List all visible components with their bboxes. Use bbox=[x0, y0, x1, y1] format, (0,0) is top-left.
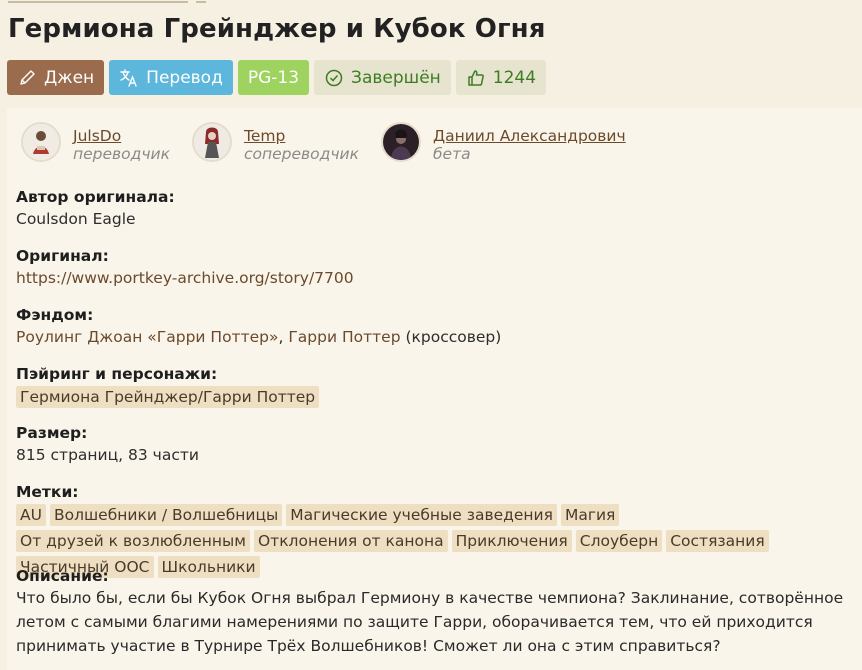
author-name-link[interactable]: JulsDo bbox=[73, 127, 170, 146]
status-label: Завершён bbox=[351, 67, 441, 88]
pairing-tag[interactable]: Гермиона Грейнджер/Гарри Поттер bbox=[16, 386, 320, 408]
direction-badge[interactable]: Джен bbox=[7, 60, 105, 95]
author-item[interactable]: Даниил Александрович бета bbox=[380, 122, 626, 163]
avatar[interactable] bbox=[191, 122, 232, 162]
size-value: 815 страниц, 83 части bbox=[16, 446, 199, 464]
original-author-label: Автор оригинала: bbox=[16, 188, 175, 206]
pencil-icon bbox=[20, 69, 35, 85]
author-item[interactable]: Temp сопереводчик bbox=[191, 122, 359, 163]
tag-item[interactable]: Отклонения от канона bbox=[253, 530, 448, 552]
tags-section: Метки: AU Волшебники / Волшебницы Магиче… bbox=[16, 482, 856, 578]
fandom-suffix: (кроссовер) bbox=[400, 328, 502, 346]
avatar[interactable] bbox=[380, 122, 421, 162]
translate-icon bbox=[120, 68, 137, 87]
original-link[interactable]: https://www.portkey-archive.org/story/77… bbox=[16, 269, 354, 287]
original-section: Оригинал: https://www.portkey-archive.or… bbox=[16, 246, 354, 290]
fandom-section: Фэндом: Роулинг Джоан «Гарри Поттер», Га… bbox=[16, 305, 501, 349]
type-badge[interactable]: Перевод bbox=[109, 60, 233, 95]
description-label: Описание: bbox=[16, 567, 109, 585]
author-list: JulsDo переводчик Temp сопереводчик Дани… bbox=[21, 122, 648, 163]
original-author-value: Coulsdon Eagle bbox=[16, 210, 136, 228]
tag-item[interactable]: Состязания bbox=[666, 530, 769, 552]
tag-item[interactable]: AU bbox=[16, 504, 46, 526]
size-label: Размер: bbox=[16, 424, 88, 442]
author-item[interactable]: JulsDo переводчик bbox=[21, 122, 170, 163]
tag-item[interactable]: Магия bbox=[560, 504, 620, 526]
status-badge[interactable]: Завершён bbox=[314, 60, 451, 95]
size-section: Размер: 815 страниц, 83 части bbox=[16, 423, 199, 467]
tag-item[interactable]: Волшебники / Волшебницы bbox=[49, 504, 283, 526]
fandom-link[interactable]: Гарри Поттер bbox=[288, 328, 400, 346]
author-role: бета bbox=[432, 145, 471, 163]
original-author-section: Автор оригинала: Coulsdon Eagle bbox=[16, 187, 175, 231]
fanfic-info-panel: JulsDo переводчик Temp сопереводчик Дани… bbox=[7, 108, 862, 670]
author-role: сопереводчик bbox=[243, 145, 359, 163]
tag-item[interactable]: От друзей к возлюбленным bbox=[16, 530, 250, 552]
author-name-link[interactable]: Даниил Александрович bbox=[433, 127, 626, 146]
description-text: Что было бы, если бы Кубок Огня выбрал Г… bbox=[16, 589, 844, 655]
rating-badge[interactable]: PG-13 bbox=[237, 60, 310, 95]
check-circle-icon bbox=[325, 69, 343, 86]
fandom-label: Фэндом: bbox=[16, 306, 94, 324]
breadcrumb bbox=[8, 0, 308, 4]
type-label: Перевод bbox=[146, 67, 223, 88]
page-title: Гермиона Грейнджер и Кубок Огня bbox=[8, 14, 546, 44]
original-label: Оригинал: bbox=[16, 247, 109, 265]
tags-label: Метки: bbox=[16, 483, 79, 501]
author-name-link[interactable]: Temp bbox=[244, 127, 359, 146]
tag-item[interactable]: Приключения bbox=[451, 530, 572, 552]
likes-badge[interactable]: 1244 bbox=[455, 60, 547, 95]
rating-label: PG-13 bbox=[247, 67, 300, 88]
thumbs-up-icon bbox=[468, 69, 484, 86]
avatar[interactable] bbox=[21, 122, 61, 162]
pairing-section: Пэйринг и персонажи: Гермиона Грейнджер/… bbox=[16, 364, 320, 408]
author-role: переводчик bbox=[73, 145, 170, 163]
tag-item[interactable]: Магические учебные заведения bbox=[286, 504, 557, 526]
tag-item[interactable]: Слоуберн bbox=[575, 530, 663, 552]
likes-count: 1244 bbox=[492, 67, 537, 88]
pairing-label: Пэйринг и персонажи: bbox=[16, 365, 218, 383]
fandom-link[interactable]: Роулинг Джоан «Гарри Поттер» bbox=[16, 328, 278, 346]
direction-label: Джен bbox=[44, 67, 95, 88]
badge-row: Джен Перевод PG-13 Завершён 1244 bbox=[7, 60, 547, 95]
fandom-separator: , bbox=[278, 328, 289, 346]
description-section: Описание: Что было бы, если бы Кубок Огн… bbox=[16, 566, 856, 658]
